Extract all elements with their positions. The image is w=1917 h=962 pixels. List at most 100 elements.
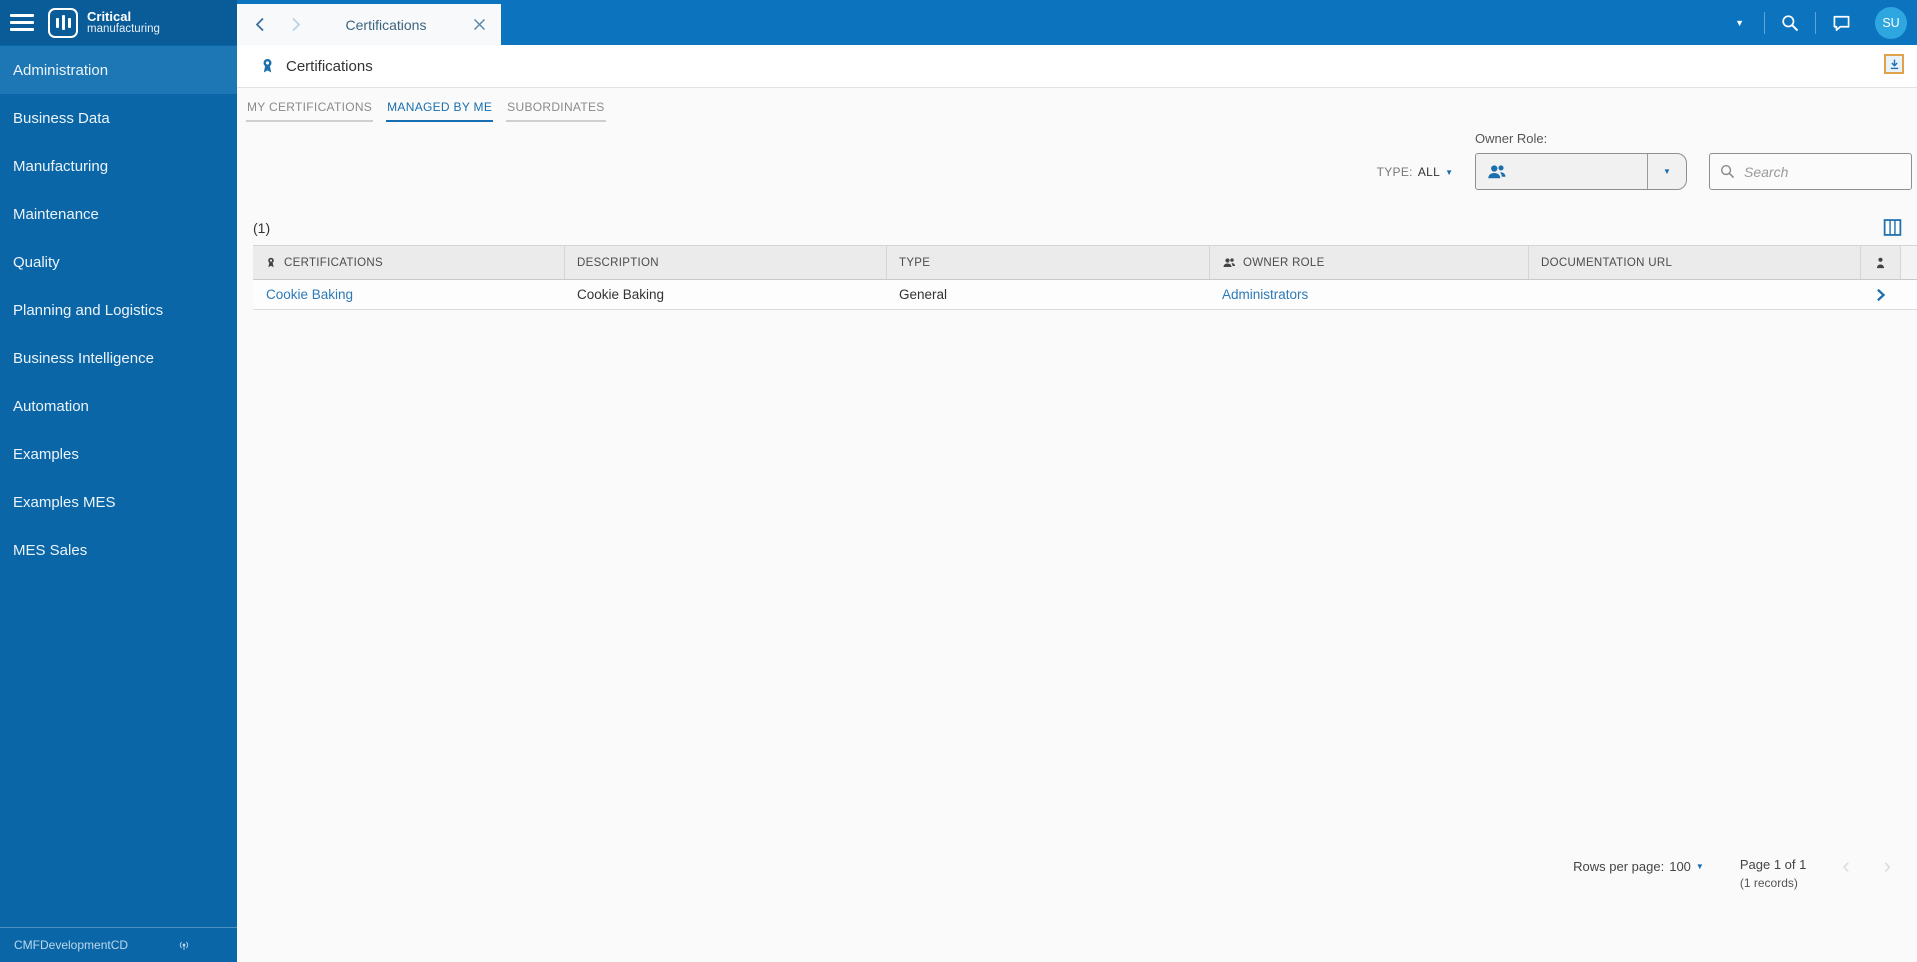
column-header-certifications[interactable]: CERTIFICATIONS — [253, 246, 564, 279]
subtabs: MY CERTIFICATIONS MANAGED BY ME SUBORDIN… — [237, 88, 1917, 122]
sidebar-item-label: Quality — [13, 253, 60, 271]
sidebar-item-label: Examples — [13, 445, 79, 463]
row-expand-chevron-icon[interactable] — [1860, 288, 1900, 302]
certifications-table: CERTIFICATIONS DESCRIPTION TYPE OWNER RO… — [253, 245, 1917, 310]
caret-down-icon: ▼ — [1695, 862, 1704, 871]
people-icon — [1488, 165, 1506, 179]
page-status: Page 1 of 1 (1 records) — [1740, 857, 1807, 890]
next-page-icon[interactable]: › — [1884, 855, 1891, 877]
tab-close-icon[interactable] — [473, 18, 486, 31]
tab-my-certifications[interactable]: MY CERTIFICATIONS — [246, 97, 374, 122]
owner-role-filter-group: Owner Role: ▼ — [1475, 131, 1687, 190]
owner-role-caret-button[interactable]: ▼ — [1647, 154, 1686, 189]
cell-owner-role-link[interactable]: Administrators — [1209, 287, 1528, 302]
column-header-label: DESCRIPTION — [577, 256, 659, 269]
cell-type: General — [899, 287, 948, 302]
brand-name: Critical — [87, 8, 132, 24]
rows-per-page-control[interactable]: Rows per page: 100 ▼ — [1573, 859, 1704, 874]
search-icon — [1720, 164, 1735, 179]
table-header-row: CERTIFICATIONS DESCRIPTION TYPE OWNER RO… — [253, 245, 1917, 280]
sidebar-header: Critical manufacturing — [0, 0, 237, 45]
sidebar-item-business-data[interactable]: Business Data — [0, 94, 237, 142]
hamburger-menu-icon[interactable] — [10, 10, 34, 35]
page-title: Certifications — [286, 57, 373, 75]
sidebar-item-manufacturing[interactable]: Manufacturing — [0, 142, 237, 190]
page-info: Page 1 of 1 — [1739, 857, 1807, 872]
tab-title: Certifications — [345, 16, 427, 33]
topbar-dropdown-caret-icon[interactable]: ▼ — [1715, 18, 1764, 28]
sidebar-item-mes-sales[interactable]: MES Sales — [0, 526, 237, 574]
feedback-chat-icon[interactable] — [1816, 13, 1867, 33]
caret-down-icon: ▼ — [1445, 167, 1453, 177]
owner-role-combobox[interactable]: ▼ — [1475, 153, 1687, 190]
sidebar-item-label: Manufacturing — [13, 157, 109, 175]
main-content: Certifications MY CERTIFICATIONS MANAGED… — [237, 45, 1917, 962]
sidebar-item-planning-and-logistics[interactable]: Planning and Logistics — [0, 286, 237, 334]
tab-managed-by-me[interactable]: MANAGED BY ME — [386, 97, 494, 122]
column-header-label: DOCUMENTATION URL — [1541, 256, 1673, 269]
sidebar-item-maintenance[interactable]: Maintenance — [0, 190, 237, 238]
column-header-owner-role[interactable]: OWNER ROLE — [1209, 246, 1528, 279]
certification-medal-icon — [263, 58, 272, 73]
type-filter[interactable]: TYPE: ALL ▼ — [1377, 165, 1453, 179]
certification-medal-icon — [265, 256, 277, 270]
sidebar-menu: Administration Business Data Manufacturi… — [0, 46, 237, 574]
type-filter-value: ALL — [1417, 165, 1441, 179]
column-header-documentation-url[interactable]: DOCUMENTATION URL — [1528, 246, 1860, 279]
sidebar-item-examples[interactable]: Examples — [0, 430, 237, 478]
search-icon[interactable] — [1765, 13, 1815, 33]
previous-page-icon[interactable]: ‹ — [1842, 855, 1849, 877]
sidebar-item-label: Business Intelligence — [13, 349, 154, 367]
table-row[interactable]: Cookie Baking Cookie Baking General Admi… — [253, 280, 1917, 310]
sidebar-item-label: Business Data — [13, 109, 110, 127]
open-tab-certifications[interactable]: Certifications — [237, 4, 501, 45]
sidebar-item-label: Administration — [13, 61, 109, 79]
sidebar: Critical manufacturing Administration Bu… — [0, 0, 237, 962]
rows-per-page-value: 100 — [1669, 859, 1691, 874]
sidebar-item-label: Maintenance — [13, 205, 99, 223]
page-navigation: ‹ › — [1842, 855, 1891, 877]
column-header-type[interactable]: TYPE — [886, 246, 1209, 279]
column-header-actions — [1860, 246, 1900, 279]
cell-certifications-link[interactable]: Cookie Baking — [253, 287, 564, 302]
tab-forward-icon[interactable] — [288, 16, 303, 33]
environment-name: CMFDevelopmentCD — [14, 938, 129, 952]
critical-manufacturing-logo-icon — [48, 7, 78, 38]
type-filter-label: TYPE: — [1376, 165, 1413, 179]
column-header-label: TYPE — [899, 256, 931, 269]
topbar: Certifications ▼ SU — [237, 0, 1917, 45]
tab-back-icon[interactable] — [253, 16, 268, 33]
export-download-icon[interactable] — [1884, 54, 1904, 74]
person-icon — [1876, 257, 1885, 268]
column-header-label: CERTIFICATIONS — [284, 256, 383, 269]
record-count: (1) — [253, 219, 271, 236]
avatar-initials: SU — [1882, 15, 1900, 30]
cell-description: Cookie Baking — [577, 287, 665, 302]
search-box — [1709, 153, 1912, 190]
sidebar-item-business-intelligence[interactable]: Business Intelligence — [0, 334, 237, 382]
user-avatar[interactable]: SU — [1875, 6, 1907, 39]
column-header-description[interactable]: DESCRIPTION — [564, 246, 886, 279]
records-info: (1 records) — [1739, 876, 1798, 890]
rows-per-page-label: Rows per page: — [1573, 859, 1665, 874]
brand-subname: manufacturing — [87, 23, 160, 36]
filter-bar: TYPE: ALL ▼ Owner Role: ▼ — [1377, 131, 1912, 190]
connectivity-icon — [179, 941, 189, 950]
application-window: Critical manufacturing Administration Bu… — [0, 0, 1917, 962]
column-chooser-icon[interactable] — [1882, 217, 1903, 238]
tab-subordinates[interactable]: SUBORDINATES — [506, 97, 606, 122]
topbar-actions: ▼ SU — [1715, 0, 1917, 45]
caret-down-icon: ▼ — [1663, 167, 1671, 176]
sidebar-item-label: Planning and Logistics — [13, 301, 164, 319]
table-scrollbar-gutter — [1900, 246, 1917, 279]
sidebar-item-examples-mes[interactable]: Examples MES — [0, 478, 237, 526]
column-header-label: OWNER ROLE — [1243, 256, 1325, 269]
sidebar-item-automation[interactable]: Automation — [0, 382, 237, 430]
sidebar-item-administration[interactable]: Administration — [0, 46, 237, 94]
breadcrumb: Certifications — [237, 45, 1917, 88]
people-icon — [1222, 257, 1236, 268]
pagination: Rows per page: 100 ▼ Page 1 of 1 (1 reco… — [1573, 855, 1891, 891]
search-input[interactable] — [1744, 163, 1894, 180]
brand: Critical manufacturing — [87, 8, 160, 36]
sidebar-item-quality[interactable]: Quality — [0, 238, 237, 286]
